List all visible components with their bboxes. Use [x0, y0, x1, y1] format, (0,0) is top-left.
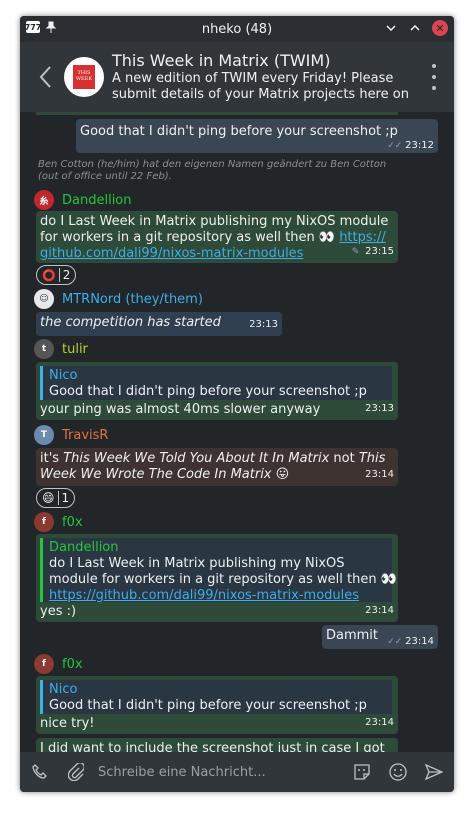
quote-text: Good that I didn't ping before your scre…	[49, 384, 367, 399]
sender-name[interactable]: MTRNord (they/them)	[62, 292, 203, 307]
message-link[interactable]: https://	[339, 230, 386, 245]
quote-text-line2: module for workers in a git repository a…	[49, 572, 397, 587]
message-sender[interactable]: f f0x	[34, 654, 83, 674]
avatar[interactable]: T	[34, 425, 54, 445]
message-text: Good that I didn't ping before your scre…	[80, 124, 398, 139]
reaction-count: 1	[61, 491, 70, 505]
state-event: Ben Cotton (he/him) hat den eigenen Name…	[38, 159, 387, 182]
pin-icon[interactable]	[45, 21, 57, 33]
message-bubble[interactable]: Dandellion do I Last Week in Matrix publ…	[36, 534, 398, 622]
message-bubble[interactable]: do I Last Week in Matrix publishing my N…	[36, 211, 398, 263]
avatar[interactable]: f	[34, 654, 54, 674]
read-check-icon: ✓✓	[387, 637, 403, 647]
reply-quote[interactable]: Nico Good that I didn't ping before your…	[40, 680, 392, 714]
room-info[interactable]: This Week in Matrix (TWIM) A new edition…	[112, 51, 418, 103]
message-text: your ping was almost 40ms slower anyway	[40, 402, 321, 417]
reply-quote[interactable]: Nico Good that I didn't ping before your…	[40, 366, 392, 400]
window-titlebar[interactable]: 777 nheko (48) ✕	[20, 16, 454, 42]
message-text: it's This Week We Told You About It In M…	[40, 451, 386, 482]
message-timeline[interactable]: Good that I didn't ping before your scre…	[20, 112, 454, 752]
message-bubble-partial[interactable]: I did want to include the screenshot jus…	[36, 738, 398, 752]
quote-text-line1: do I Last Week in Matrix publishing my N…	[49, 556, 345, 571]
attach-paperclip-icon[interactable]	[66, 762, 86, 782]
message-sender[interactable]: ☺ MTRNord (they/them)	[34, 289, 203, 309]
quote-sender: Nico	[49, 368, 78, 383]
reaction-count: 2	[62, 268, 71, 282]
sender-name[interactable]: TravisR	[62, 428, 108, 443]
quote-sender: Dandellion	[49, 540, 119, 555]
message-text: do I Last Week in Matrix publishing my N…	[40, 214, 389, 261]
message-text: the competition has started	[40, 315, 221, 330]
message-timestamp: 23:13	[249, 319, 278, 330]
message-timestamp: 23:14	[365, 605, 394, 616]
app-window: 777 nheko (48) ✕ THIS WEEK This Week in …	[20, 16, 454, 792]
sticker-icon[interactable]	[352, 762, 372, 782]
sender-name[interactable]: tulir	[62, 342, 88, 357]
close-icon[interactable]: ✕	[432, 20, 448, 36]
previous-message-edge	[36, 112, 398, 115]
sender-name[interactable]: f0x	[62, 657, 83, 672]
message-sender[interactable]: 糸 Dandellion	[34, 190, 132, 210]
maximize-icon[interactable]	[408, 21, 422, 35]
message-bubble[interactable]: Nico Good that I didn't ping before your…	[36, 362, 398, 420]
message-sender[interactable]: T TravisR	[34, 425, 108, 445]
reply-quote[interactable]: Dandellion do I Last Week in Matrix publ…	[40, 538, 397, 604]
message-text: yes :)	[40, 604, 77, 619]
own-message-bubble[interactable]: Dammit ✓✓ 23:14	[322, 625, 438, 649]
read-check-icon: ✓✓	[387, 141, 403, 151]
message-timestamp: 23:13	[365, 403, 394, 414]
edited-pencil-icon: ✎	[351, 247, 363, 257]
send-icon[interactable]	[424, 762, 444, 782]
room-menu-icon[interactable]	[430, 64, 438, 90]
room-topic-line1: A new edition of TWIM every Friday! Plea…	[112, 71, 394, 86]
message-link-cont[interactable]: github.com/dali99/nixos-matrix-modules	[40, 246, 303, 261]
avatar[interactable]: f	[34, 512, 54, 532]
room-name: This Week in Matrix (TWIM)	[112, 51, 331, 70]
avatar[interactable]: 糸	[34, 190, 54, 210]
message-sender[interactable]: t tulir	[34, 339, 88, 359]
message-bubble[interactable]: Nico Good that I didn't ping before your…	[36, 676, 398, 734]
message-text: I did want to include the screenshot jus…	[40, 741, 385, 752]
room-header: THIS WEEK This Week in Matrix (TWIM) A n…	[20, 42, 454, 112]
message-timestamp: ✓✓ 23:14	[387, 636, 434, 647]
quote-link[interactable]: https://github.com/dali99/nixos-matrix-m…	[49, 588, 386, 604]
reaction-chip[interactable]: 😄 1	[36, 488, 76, 508]
back-arrow-icon[interactable]	[30, 57, 60, 97]
message-bubble[interactable]: it's This Week We Told You About It In M…	[36, 448, 398, 486]
quote-text: Good that I didn't ping before your scre…	[49, 698, 367, 713]
room-avatar[interactable]: THIS WEEK	[64, 57, 104, 97]
minimize-icon[interactable]	[384, 21, 398, 35]
message-input[interactable]	[98, 764, 352, 780]
message-bubble[interactable]: the competition has started 23:13	[36, 312, 282, 336]
message-text: Dammit	[326, 628, 379, 643]
reaction-emoji: 😄	[42, 491, 55, 505]
phone-call-icon[interactable]	[30, 762, 50, 782]
message-composer	[20, 752, 454, 792]
message-timestamp: 23:14	[365, 717, 394, 728]
message-timestamp: ✎ 23:15	[351, 246, 394, 257]
emoji-picker-icon[interactable]	[388, 762, 408, 782]
reaction-chip[interactable]: ⭕ 2	[36, 265, 77, 285]
sender-name[interactable]: f0x	[62, 515, 83, 530]
message-sender[interactable]: f f0x	[34, 512, 83, 532]
sender-name[interactable]: Dandellion	[62, 193, 132, 208]
message-timestamp: ✓✓ 23:12	[387, 140, 434, 151]
avatar[interactable]: t	[34, 339, 54, 359]
app-icon: 777	[24, 21, 42, 33]
room-topic-line2: submit details of your Matrix projects h…	[112, 87, 409, 102]
reaction-emoji: ⭕	[42, 268, 56, 282]
window-title: nheko (48)	[201, 21, 273, 37]
message-timestamp: 23:14	[365, 469, 394, 480]
own-message-bubble[interactable]: Good that I didn't ping before your scre…	[76, 119, 438, 153]
message-text: nice try!	[40, 716, 95, 731]
quote-sender: Nico	[49, 682, 78, 697]
avatar[interactable]: ☺	[34, 289, 54, 309]
